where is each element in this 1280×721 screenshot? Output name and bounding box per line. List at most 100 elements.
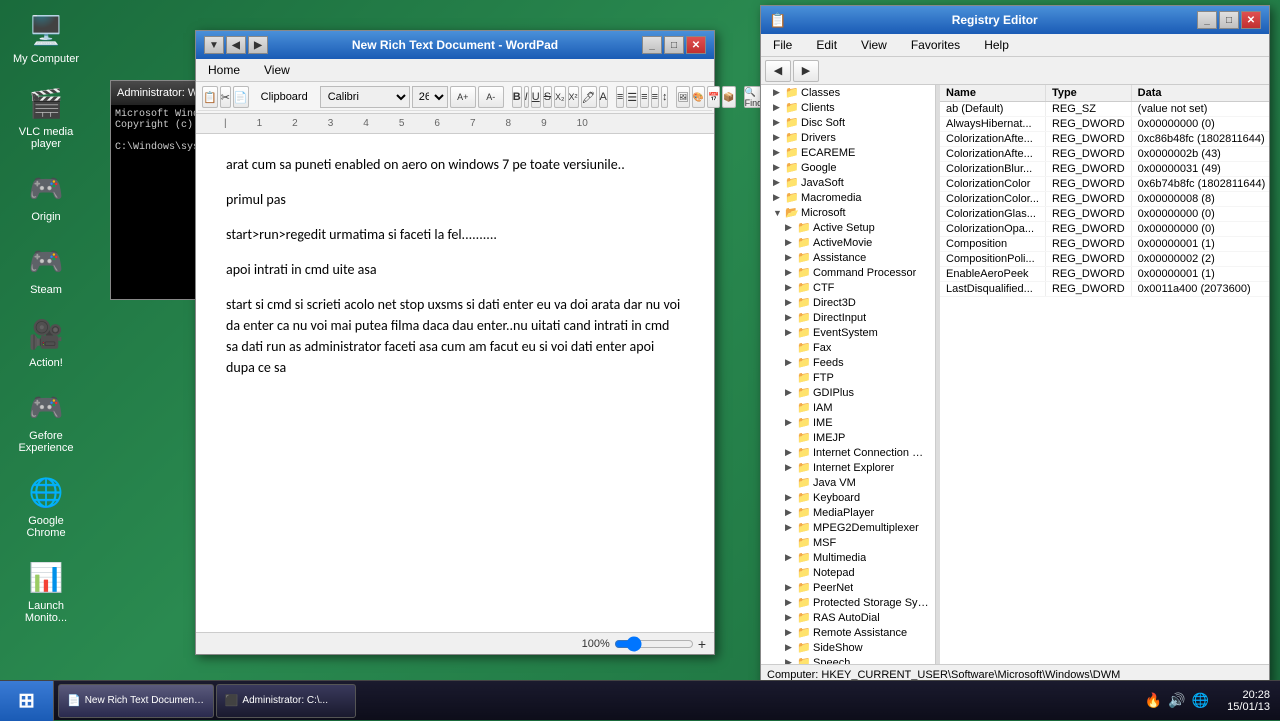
wordpad-close-btn[interactable]: ✕ [686,36,706,54]
tree-item-peernet[interactable]: ▶📁PeerNet [761,580,935,595]
align-left-btn[interactable]: ≡ [616,86,624,108]
tree-item-ime[interactable]: ▶📁IME [761,415,935,430]
tree-item-keyboard[interactable]: ▶📁Keyboard [761,490,935,505]
bold-btn[interactable]: B [512,86,522,108]
registry-back-btn[interactable]: ◀ [765,60,791,82]
tree-item-activesetup[interactable]: ▶📁Active Setup [761,220,935,235]
registry-menu-edit[interactable]: Edit [808,36,845,54]
tree-item-iam[interactable]: 📁IAM [761,400,935,415]
table-row[interactable]: ColorizationAfte... REG_DWORD 0x0000002b… [940,147,1269,162]
registry-forward-btn[interactable]: ▶ [793,60,819,82]
tree-item-javavm[interactable]: 📁Java VM [761,475,935,490]
strikethrough-btn[interactable]: S [543,86,552,108]
table-row[interactable]: ColorizationBlur... REG_DWORD 0x00000031… [940,162,1269,177]
tree-item-multimedia[interactable]: ▶📁Multimedia [761,550,935,565]
wordpad-minimize-btn[interactable]: _ [642,36,662,54]
tree-item-discsoft[interactable]: ▶📁Disc Soft [761,115,935,130]
tree-item-icw[interactable]: ▶📁Internet Connection Wizard [761,445,935,460]
copy-btn[interactable]: 📄 [233,86,249,108]
cut-btn[interactable]: ✂ [220,86,231,108]
tree-item-notepad[interactable]: 📁Notepad [761,565,935,580]
insert-obj-btn[interactable]: 📦 [722,86,735,108]
desktop-icon-geforce[interactable]: 🎮 Gefore Experience [10,387,82,454]
table-row[interactable]: LastDisqualified... REG_DWORD 0x0011a400… [940,282,1269,297]
font-size-select[interactable]: 26 [412,86,448,108]
table-row[interactable]: Composition REG_DWORD 0x00000001 (1) [940,237,1269,252]
tree-item-clients[interactable]: ▶📁Clients [761,100,935,115]
registry-menu-view[interactable]: View [853,36,895,54]
tree-item-eventsystem[interactable]: ▶📁EventSystem [761,325,935,340]
align-center-btn[interactable]: ☰ [626,86,638,108]
registry-values[interactable]: Name Type Data ab (Default) REG_SZ (valu… [940,85,1269,664]
highlight-btn[interactable]: 🖊 [581,86,597,108]
table-row[interactable]: ColorizationGlas... REG_DWORD 0x00000000… [940,207,1269,222]
desktop-icon-steam[interactable]: 🎮 Steam [10,241,82,296]
wordpad-content[interactable]: arat cum sa puneti enabled on aero on wi… [196,134,714,632]
superscript-btn[interactable]: X² [568,86,579,108]
grow-font-btn[interactable]: A+ [450,86,476,108]
desktop-icon-origin[interactable]: 🎮 Origin [10,168,82,223]
tree-item-sideshow[interactable]: ▶📁SideShow [761,640,935,655]
underline-btn[interactable]: U [531,86,541,108]
tree-item-speech[interactable]: ▶📁Speech [761,655,935,664]
tree-item-pss[interactable]: ▶📁Protected Storage System Pr... [761,595,935,610]
tree-item-ecareme[interactable]: ▶📁ECAREME [761,145,935,160]
desktop-icon-action[interactable]: 🎥 Action! [10,314,82,369]
tree-item-assistance[interactable]: ▶📁Assistance [761,250,935,265]
registry-menu-favorites[interactable]: Favorites [903,36,968,54]
desktop-icon-launch[interactable]: 📊 Launch Monito... [10,557,82,624]
font-select[interactable]: Calibri [320,86,410,108]
tree-item-javasoft[interactable]: ▶📁JavaSoft [761,175,935,190]
tree-item-fax[interactable]: 📁Fax [761,340,935,355]
tree-item-microsoft[interactable]: ▼📂Microsoft [761,205,935,220]
zoom-plus-btn[interactable]: + [698,636,706,652]
wordpad-menu-btn[interactable]: ▼ [204,36,224,54]
tree-item-classes[interactable]: ▶📁Classes [761,85,935,100]
table-row[interactable]: ColorizationColor REG_DWORD 0x6b74b8fc (… [940,177,1269,192]
paint-btn[interactable]: 🎨 [692,86,705,108]
tree-item-direct3d[interactable]: ▶📁Direct3D [761,295,935,310]
table-row[interactable]: ab (Default) REG_SZ (value not set) [940,102,1269,117]
table-row[interactable]: ColorizationColor... REG_DWORD 0x0000000… [940,192,1269,207]
table-row[interactable]: CompositionPoli... REG_DWORD 0x00000002 … [940,252,1269,267]
wordpad-back-btn[interactable]: ◀ [226,36,246,54]
registry-minimize-btn[interactable]: _ [1197,11,1217,29]
taskbar-item-wordpad[interactable]: 📄 New Rich Text Document - W... [58,684,214,718]
tree-item-commandprocessor[interactable]: ▶📁Command Processor [761,265,935,280]
tree-item-macromedia[interactable]: ▶📁Macromedia [761,190,935,205]
align-right-btn[interactable]: ≡ [640,86,648,108]
registry-menu-help[interactable]: Help [976,36,1017,54]
tree-item-remoteassistance[interactable]: ▶📁Remote Assistance [761,625,935,640]
tree-item-rasautodial[interactable]: ▶📁RAS AutoDial [761,610,935,625]
wordpad-maximize-btn[interactable]: □ [664,36,684,54]
italic-btn[interactable]: I [524,86,529,108]
shrink-font-btn[interactable]: A- [478,86,504,108]
taskbar-item-cmd[interactable]: ⬛ Administrator: C:\... [216,684,356,718]
tree-item-mpeg2[interactable]: ▶📁MPEG2Demultiplexer [761,520,935,535]
table-row[interactable]: ColorizationAfte... REG_DWORD 0xc86b48fc… [940,132,1269,147]
registry-tree[interactable]: ▶📁Classes ▶📁Clients ▶📁Disc Soft ▶📁Driver… [761,85,936,664]
registry-menu-file[interactable]: File [765,36,800,54]
wordpad-forward-btn[interactable]: ▶ [248,36,268,54]
table-row[interactable]: AlwaysHibernat... REG_DWORD 0x00000000 (… [940,117,1269,132]
justify-btn[interactable]: ≡ [651,86,659,108]
tree-item-google[interactable]: ▶📁Google [761,160,935,175]
paste-btn[interactable]: 📋 [202,86,218,108]
tree-item-drivers[interactable]: ▶📁Drivers [761,130,935,145]
registry-maximize-btn[interactable]: □ [1219,11,1239,29]
table-row[interactable]: ColorizationOpa... REG_DWORD 0x00000000 … [940,222,1269,237]
tree-item-directinput[interactable]: ▶📁DirectInput [761,310,935,325]
table-row[interactable]: EnableAeroPeek REG_DWORD 0x00000001 (1) [940,267,1269,282]
picture-btn[interactable]: 🖼 [676,86,689,108]
datetime-btn[interactable]: 📅 [707,86,720,108]
font-color-btn[interactable]: A [599,86,608,108]
tree-item-feeds[interactable]: ▶📁Feeds [761,355,935,370]
tree-item-mediaplayer[interactable]: ▶📁MediaPlayer [761,505,935,520]
tree-item-msf[interactable]: 📁MSF [761,535,935,550]
zoom-slider[interactable] [614,636,694,652]
desktop-icon-chrome[interactable]: 🌐 Google Chrome [10,472,82,539]
line-spacing-btn[interactable]: ↕ [661,86,669,108]
subscript-btn[interactable]: X₂ [554,86,566,108]
desktop-icon-mycomputer[interactable]: 🖥️ My Computer [10,10,82,65]
tree-item-ie[interactable]: ▶📁Internet Explorer [761,460,935,475]
